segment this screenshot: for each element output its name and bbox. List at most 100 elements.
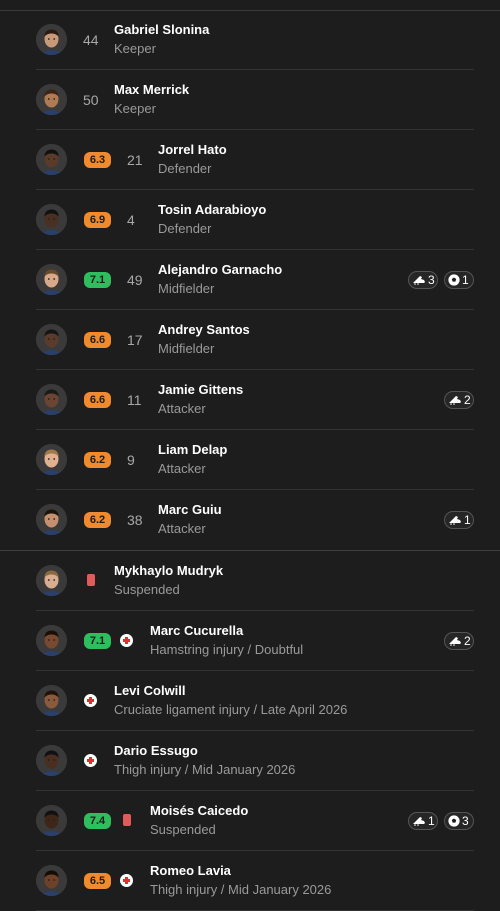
rating-badge: 6.5 bbox=[84, 873, 111, 889]
player-position: Midfielder bbox=[158, 341, 215, 356]
player-name: Tosin Adarabioyo bbox=[158, 202, 267, 217]
unavailable-player-row[interactable]: Dario Essugo Thigh injury / Mid January 2… bbox=[36, 731, 474, 791]
stat-value: 2 bbox=[464, 634, 471, 648]
player-avatar bbox=[36, 805, 67, 836]
injury-icon bbox=[84, 694, 97, 707]
player-avatar bbox=[36, 865, 67, 896]
player-avatar bbox=[36, 565, 67, 596]
player-avatar bbox=[36, 24, 67, 55]
player-name: Jamie Gittens bbox=[158, 382, 244, 397]
rating-badge: 7.1 bbox=[84, 633, 111, 649]
player-avatar bbox=[36, 144, 67, 175]
rating-badge: 6.9 bbox=[84, 212, 111, 228]
player-position: Keeper bbox=[114, 101, 156, 116]
shirt-number: 9 bbox=[127, 452, 135, 468]
rating-badge: 6.2 bbox=[84, 512, 111, 528]
assist-stat-badge: 2 bbox=[444, 632, 474, 650]
player-row[interactable]: 50 Max Merrick Keeper bbox=[36, 70, 474, 130]
ball-icon bbox=[448, 274, 462, 286]
player-name: Alejandro Garnacho bbox=[158, 262, 283, 277]
unavailable-player-row[interactable]: 6.5 Romeo Lavia Thigh injury / Mid January… bbox=[36, 851, 474, 911]
player-row[interactable]: 6.2 38 Marc Guiu Attacker 1 bbox=[36, 490, 474, 550]
player-position: Keeper bbox=[114, 41, 156, 56]
shirt-number: 50 bbox=[83, 92, 99, 108]
shirt-number: 44 bbox=[83, 32, 99, 48]
unavailable-player-row[interactable]: Mykhaylo Mudryk Suspended bbox=[36, 551, 474, 611]
red-card-icon bbox=[87, 574, 95, 586]
player-position: Attacker bbox=[158, 461, 206, 476]
rating-badge: 6.3 bbox=[84, 152, 111, 168]
boot-icon bbox=[448, 636, 464, 646]
player-row[interactable]: 6.6 11 Jamie Gittens Attacker 2 bbox=[36, 370, 474, 430]
player-row[interactable]: 7.1 49 Alejandro Garnacho Midfielder 1 3 bbox=[36, 250, 474, 310]
player-status: Thigh injury / Mid January 2026 bbox=[150, 882, 332, 897]
unavailable-player-row[interactable]: 7.1 Marc Cucurella Hamstring injury / Doub… bbox=[36, 611, 474, 671]
player-position: Attacker bbox=[158, 521, 206, 536]
assist-stat-badge: 1 bbox=[444, 511, 474, 529]
player-position: Defender bbox=[158, 161, 212, 176]
player-name: Liam Delap bbox=[158, 442, 228, 457]
stat-value: 2 bbox=[464, 393, 471, 407]
rating-badge: 6.6 bbox=[84, 392, 111, 408]
rating-badge: 6.2 bbox=[84, 452, 111, 468]
player-position: Attacker bbox=[158, 401, 206, 416]
assist-stat-badge: 3 bbox=[408, 271, 438, 289]
player-name: Levi Colwill bbox=[114, 683, 186, 698]
stat-value: 1 bbox=[428, 814, 435, 828]
player-position: Midfielder bbox=[158, 281, 215, 296]
player-avatar bbox=[36, 685, 67, 716]
player-row[interactable]: 6.3 21 Jorrel Hato Defender bbox=[36, 130, 474, 190]
player-avatar bbox=[36, 324, 67, 355]
player-row[interactable]: 44 Gabriel Slonina Keeper bbox=[36, 10, 474, 70]
ball-icon bbox=[448, 815, 462, 827]
shirt-number: 11 bbox=[127, 392, 142, 408]
unavailable-player-row[interactable]: 7.4 Moisés Caicedo Suspended 3 1 bbox=[36, 791, 474, 851]
rating-badge: 6.6 bbox=[84, 332, 111, 348]
player-name: Dario Essugo bbox=[114, 743, 198, 758]
shirt-number: 21 bbox=[127, 152, 143, 168]
player-row[interactable]: 6.9 4 Tosin Adarabioyo Defender bbox=[36, 190, 474, 250]
player-row[interactable]: 6.6 17 Andrey Santos Midfielder bbox=[36, 310, 474, 370]
player-name: Romeo Lavia bbox=[150, 863, 231, 878]
red-card-icon bbox=[123, 814, 131, 826]
injury-icon bbox=[120, 634, 133, 647]
boot-icon bbox=[412, 275, 428, 285]
player-avatar bbox=[36, 264, 67, 295]
shirt-number: 17 bbox=[127, 332, 143, 348]
player-status: Suspended bbox=[150, 822, 216, 837]
shirt-number: 4 bbox=[127, 212, 135, 228]
player-status: Cruciate ligament injury / Late April 20… bbox=[114, 702, 348, 717]
shirt-number: 49 bbox=[127, 272, 143, 288]
player-name: Max Merrick bbox=[114, 82, 190, 97]
player-name: Jorrel Hato bbox=[158, 142, 227, 157]
unavailable-player-row[interactable]: Levi Colwill Cruciate ligament injury / L… bbox=[36, 671, 474, 731]
goal-stat-badge: 3 bbox=[444, 812, 474, 830]
player-avatar bbox=[36, 504, 67, 535]
player-name: Marc Cucurella bbox=[150, 623, 244, 638]
player-avatar bbox=[36, 84, 67, 115]
stat-value: 1 bbox=[464, 513, 471, 527]
stat-value: 3 bbox=[462, 814, 469, 828]
assist-stat-badge: 2 bbox=[444, 391, 474, 409]
player-status: Suspended bbox=[114, 582, 180, 597]
shirt-number: 38 bbox=[127, 512, 143, 528]
player-status: Hamstring injury / Doubtful bbox=[150, 642, 304, 657]
player-avatar bbox=[36, 384, 67, 415]
injury-icon bbox=[120, 874, 133, 887]
player-avatar bbox=[36, 204, 67, 235]
player-name: Marc Guiu bbox=[158, 502, 222, 517]
player-avatar bbox=[36, 625, 67, 656]
stat-value: 1 bbox=[462, 273, 469, 287]
rating-badge: 7.1 bbox=[84, 272, 111, 288]
stat-value: 3 bbox=[428, 273, 435, 287]
player-name: Andrey Santos bbox=[158, 322, 250, 337]
player-name: Moisés Caicedo bbox=[150, 803, 249, 818]
goal-stat-badge: 1 bbox=[444, 271, 474, 289]
player-avatar bbox=[36, 444, 67, 475]
player-position: Defender bbox=[158, 221, 212, 236]
player-avatar bbox=[36, 745, 67, 776]
player-row[interactable]: 6.2 9 Liam Delap Attacker bbox=[36, 430, 474, 490]
boot-icon bbox=[448, 515, 464, 525]
player-name: Mykhaylo Mudryk bbox=[114, 563, 224, 578]
boot-icon bbox=[412, 816, 428, 826]
